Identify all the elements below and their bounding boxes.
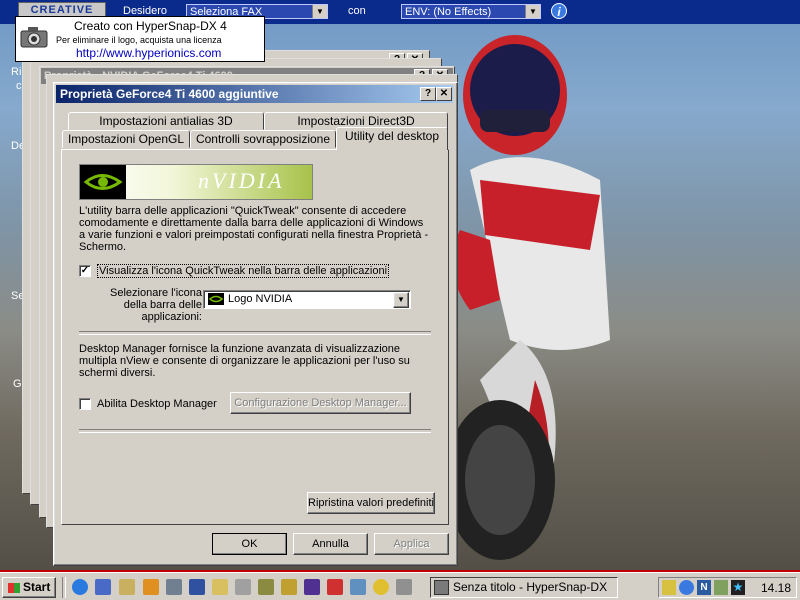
tab-antialias-3d[interactable]: Impostazioni antialias 3D bbox=[68, 112, 264, 130]
configure-desktop-manager-button[interactable]: Configurazione Desktop Manager... bbox=[230, 392, 411, 414]
nvidia-small-icon bbox=[208, 293, 224, 305]
hypersnap-watermark: Creato con HyperSnap-DX 4 Per eliminare … bbox=[15, 16, 265, 62]
nvidia-logo-text: nVIDIA bbox=[198, 168, 285, 193]
hypersnap-task-icon bbox=[434, 580, 449, 595]
taskbar-divider bbox=[62, 577, 66, 598]
info-icon[interactable]: i bbox=[551, 3, 567, 19]
system-tray: N ★ 14.18 bbox=[658, 577, 797, 598]
globe-icon[interactable] bbox=[679, 580, 694, 595]
quicktweak-description: L'utility barra delle applicazioni "Quic… bbox=[79, 205, 429, 253]
desktop-label-2: c bbox=[16, 80, 22, 92]
show-desktop-icon[interactable] bbox=[119, 579, 135, 595]
help-icon[interactable]: ? bbox=[420, 87, 436, 101]
con-label: con bbox=[348, 5, 366, 17]
task-button-label: Senza titolo - HyperSnap-DX bbox=[453, 580, 608, 594]
chat-icon[interactable] bbox=[327, 579, 343, 595]
watermark-line2: Per eliminare il logo, acquista una lice… bbox=[56, 35, 222, 45]
chevron-down-icon[interactable]: ▼ bbox=[312, 5, 327, 18]
internet-explorer-icon[interactable] bbox=[72, 579, 88, 595]
taskbar: Start Senza titolo - HyperSnap-DX N ★ 14… bbox=[0, 572, 800, 600]
watermark-line1: Creato con HyperSnap-DX 4 bbox=[74, 19, 227, 33]
nvidia-tray-icon[interactable]: N bbox=[697, 580, 711, 595]
chevron-down-icon[interactable]: ▼ bbox=[393, 292, 409, 308]
close-icon[interactable]: ✕ bbox=[436, 87, 452, 101]
cancel-button[interactable]: Annulla bbox=[293, 533, 368, 555]
image-icon[interactable] bbox=[350, 579, 366, 595]
watermark-url: http://www.hyperionics.com bbox=[76, 46, 222, 60]
desktop-label-5: G bbox=[13, 378, 22, 390]
select-icon-label: Selezionare l'icona della barra delle ap… bbox=[110, 287, 202, 323]
desktop-label-1: Ri bbox=[11, 66, 22, 78]
volume-icon[interactable] bbox=[662, 580, 676, 595]
enable-desktop-manager-label[interactable]: Abilita Desktop Manager bbox=[97, 398, 217, 410]
show-quicktweak-label[interactable]: Visualizza l'icona QuickTweak nella barr… bbox=[97, 264, 390, 278]
smiley-icon[interactable] bbox=[373, 579, 389, 595]
icon-select[interactable]: Logo NVIDIA ▼ bbox=[203, 290, 411, 309]
env-select-value: ENV: (No Effects) bbox=[405, 6, 492, 18]
start-button[interactable]: Start bbox=[2, 577, 56, 598]
camera-icon bbox=[20, 27, 48, 48]
clock[interactable]: 14.18 bbox=[761, 581, 791, 595]
monitor-icon[interactable] bbox=[714, 580, 728, 595]
outlook-icon[interactable] bbox=[95, 579, 111, 595]
nvidia-banner: nVIDIA bbox=[79, 164, 313, 200]
dialog-title: Proprietà GeForce4 Ti 4600 aggiuntive bbox=[56, 85, 453, 103]
tab-opengl[interactable]: Impostazioni OpenGL bbox=[62, 130, 190, 148]
separator bbox=[79, 331, 431, 335]
properties-dialog: Proprietà GeForce4 Ti 4600 aggiuntive ? … bbox=[53, 82, 458, 566]
show-quicktweak-checkbox[interactable]: ✓ bbox=[79, 265, 91, 277]
chevron-down-icon[interactable]: ▼ bbox=[525, 5, 540, 18]
restore-defaults-button[interactable]: Ripristina valori predefiniti bbox=[307, 492, 435, 514]
enable-desktop-manager-checkbox[interactable] bbox=[79, 398, 91, 410]
task-button-hypersnap[interactable]: Senza titolo - HyperSnap-DX bbox=[430, 577, 618, 598]
tools-icon[interactable] bbox=[281, 579, 297, 595]
settings-icon[interactable] bbox=[258, 579, 274, 595]
hypersnap-icon[interactable] bbox=[189, 579, 205, 595]
media-player-icon[interactable] bbox=[143, 579, 159, 595]
env-select[interactable]: ENV: (No Effects) ▼ bbox=[401, 4, 541, 19]
tab-panel-desktop-utility: nVIDIA L'utility barra delle applicazion… bbox=[61, 149, 449, 525]
desktop-manager-description: Desktop Manager fornisce la funzione ava… bbox=[79, 343, 410, 379]
tab-overlay-controls[interactable]: Controlli sovrapposizione bbox=[190, 130, 336, 148]
star-icon[interactable]: ★ bbox=[731, 580, 745, 595]
folder-icon[interactable] bbox=[212, 579, 228, 595]
nvidia-eye-icon bbox=[80, 165, 126, 199]
start-label: Start bbox=[23, 580, 51, 594]
ok-button[interactable]: OK bbox=[212, 533, 287, 555]
wallpaper-rider bbox=[440, 20, 680, 565]
app-icon[interactable] bbox=[396, 579, 412, 595]
icon-select-value: Logo NVIDIA bbox=[228, 293, 293, 305]
recycle-bin-icon[interactable] bbox=[235, 579, 251, 595]
network-icon[interactable] bbox=[166, 579, 182, 595]
tab-desktop-utility[interactable]: Utility del desktop bbox=[336, 127, 448, 150]
apply-button[interactable]: Applica bbox=[374, 533, 449, 555]
separator bbox=[79, 429, 431, 433]
windows-logo-icon bbox=[7, 582, 20, 593]
save-icon[interactable] bbox=[304, 579, 320, 595]
